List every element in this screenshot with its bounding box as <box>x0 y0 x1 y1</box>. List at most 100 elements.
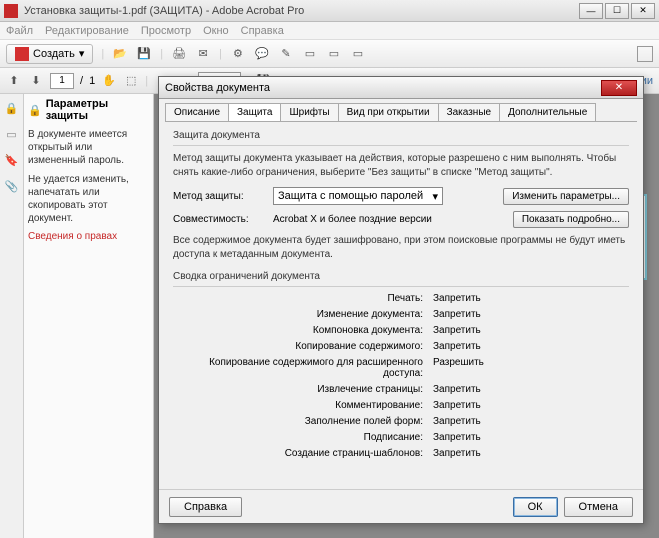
menu-help[interactable]: Справка <box>241 25 284 37</box>
close-button[interactable]: ✕ <box>631 3 655 19</box>
restriction-label: Копирование содержимого для расширенного… <box>173 357 433 379</box>
restriction-row: Печать:Запретить <box>173 293 629 304</box>
security-panel-text2: Не удается изменить, напечатать или скоп… <box>28 173 149 225</box>
ok-button[interactable]: ОК <box>513 497 558 517</box>
restriction-row: Создание страниц-шаблонов:Запретить <box>173 448 629 459</box>
tab-security[interactable]: Защита <box>228 103 281 121</box>
restriction-value: Запретить <box>433 309 481 320</box>
restriction-row: Компоновка документа:Запретить <box>173 325 629 336</box>
hand-icon[interactable]: ✋ <box>101 73 117 89</box>
section-security-label: Защита документа <box>173 130 629 141</box>
restriction-value: Запретить <box>433 341 481 352</box>
left-strip: 🔒 ▭ 🔖 📎 <box>0 94 24 538</box>
restriction-row: Извлечение страницы:Запретить <box>173 384 629 395</box>
security-panel: 🔒 Параметры защиты В документе имеется о… <box>24 94 154 538</box>
restriction-value: Запретить <box>433 448 481 459</box>
lock-strip-icon[interactable]: 🔒 <box>4 100 20 116</box>
encryption-note: Все содержимое документа будет зашифрова… <box>173 234 629 261</box>
menubar: Файл Редактирование Просмотр Окно Справк… <box>0 22 659 40</box>
attach-strip-icon[interactable]: 📎 <box>4 178 20 194</box>
restriction-row: Комментирование:Запретить <box>173 400 629 411</box>
pages-strip-icon[interactable]: ▭ <box>4 126 20 142</box>
restriction-value: Запретить <box>433 384 481 395</box>
dialog-body: Защита документа Метод защиты документа … <box>165 121 637 489</box>
security-panel-heading: Параметры защиты <box>46 98 149 122</box>
dialog-footer: Справка ОК Отмена <box>159 489 643 523</box>
restriction-value: Запретить <box>433 400 481 411</box>
method-label: Метод защиты: <box>173 191 267 202</box>
security-description: Метод защиты документа указывает на дейс… <box>173 152 629 179</box>
mail-icon[interactable]: ✉ <box>195 46 211 62</box>
minimize-button[interactable]: — <box>579 3 603 19</box>
restriction-value: Запретить <box>433 432 481 443</box>
maximize-button[interactable]: ☐ <box>605 3 629 19</box>
window-titlebar: Установка защиты-1.pdf (ЗАЩИТА) - Adobe … <box>0 0 659 22</box>
tab-description[interactable]: Описание <box>165 103 229 121</box>
restriction-row: Копирование содержимого:Запретить <box>173 341 629 352</box>
bookmark-strip-icon[interactable]: 🔖 <box>4 152 20 168</box>
chevron-down-icon: ▾ <box>432 190 438 203</box>
page-input[interactable] <box>50 73 74 89</box>
compat-label: Совместимость: <box>173 214 267 225</box>
print-icon[interactable]: 🖨 <box>171 46 187 62</box>
open-icon[interactable]: 📂 <box>112 46 128 62</box>
save-icon[interactable]: 💾 <box>136 46 152 62</box>
page-down-icon[interactable]: ⬇ <box>28 73 44 89</box>
section-restrictions-label: Сводка ограничений документа <box>173 271 629 282</box>
tab-fonts[interactable]: Шрифты <box>280 103 338 121</box>
method-select[interactable]: Защита с помощью паролей▾ <box>273 187 443 205</box>
gear-icon[interactable]: ⚙ <box>230 46 246 62</box>
dialog-title: Свойства документа <box>165 82 601 94</box>
create-label: Создать <box>33 48 75 60</box>
expand-icon[interactable] <box>637 46 653 62</box>
lock-icon: 🔒 <box>28 104 42 117</box>
restriction-label: Комментирование: <box>173 400 433 411</box>
menu-file[interactable]: Файл <box>6 25 33 37</box>
edit-icon[interactable]: ✎ <box>278 46 294 62</box>
restriction-label: Заполнение полей форм: <box>173 416 433 427</box>
doc1-icon[interactable]: ▭ <box>302 46 318 62</box>
dialog-tabs: Описание Защита Шрифты Вид при открытии … <box>159 99 643 121</box>
tab-advanced[interactable]: Дополнительные <box>499 103 596 121</box>
restriction-label: Печать: <box>173 293 433 304</box>
restriction-value: Запретить <box>433 293 481 304</box>
properties-dialog: Свойства документа ✕ Описание Защита Шри… <box>158 76 644 524</box>
restriction-value: Запретить <box>433 416 481 427</box>
restriction-label: Подписание: <box>173 432 433 443</box>
app-icon <box>4 4 18 18</box>
restriction-label: Создание страниц-шаблонов: <box>173 448 433 459</box>
restriction-label: Изменение документа: <box>173 309 433 320</box>
restriction-label: Копирование содержимого: <box>173 341 433 352</box>
tab-custom[interactable]: Заказные <box>438 103 501 121</box>
select-icon[interactable]: ⬚ <box>123 73 139 89</box>
show-details-button[interactable]: Показать подробно... <box>513 211 629 228</box>
create-icon <box>15 47 29 61</box>
window-title: Установка защиты-1.pdf (ЗАЩИТА) - Adobe … <box>24 5 579 17</box>
doc3-icon[interactable]: ▭ <box>350 46 366 62</box>
page-up-icon[interactable]: ⬆ <box>6 73 22 89</box>
rights-link[interactable]: Сведения о правах <box>28 231 149 242</box>
dialog-titlebar: Свойства документа ✕ <box>159 77 643 99</box>
restriction-value: Запретить <box>433 325 481 336</box>
change-params-button[interactable]: Изменить параметры... <box>503 188 629 205</box>
chat-icon[interactable]: 💬 <box>254 46 270 62</box>
restriction-row: Копирование содержимого для расширенного… <box>173 357 629 379</box>
cancel-button[interactable]: Отмена <box>564 497 633 517</box>
doc2-icon[interactable]: ▭ <box>326 46 342 62</box>
restriction-row: Изменение документа:Запретить <box>173 309 629 320</box>
toolbar-main: Создать ▾ | 📂 💾 | 🖨 ✉ | ⚙ 💬 ✎ ▭ ▭ ▭ <box>0 40 659 68</box>
restriction-label: Компоновка документа: <box>173 325 433 336</box>
restriction-label: Извлечение страницы: <box>173 384 433 395</box>
menu-window[interactable]: Окно <box>203 25 229 37</box>
dialog-close-button[interactable]: ✕ <box>601 80 637 96</box>
page-total: 1 <box>89 75 95 87</box>
help-button[interactable]: Справка <box>169 497 242 517</box>
menu-edit[interactable]: Редактирование <box>45 25 129 37</box>
menu-view[interactable]: Просмотр <box>141 25 191 37</box>
tab-initialview[interactable]: Вид при открытии <box>338 103 439 121</box>
restriction-row: Заполнение полей форм:Запретить <box>173 416 629 427</box>
compat-value: Acrobat X и более поздние версии <box>273 214 432 225</box>
page-sep: / <box>80 75 83 87</box>
restriction-value: Разрешить <box>433 357 484 379</box>
create-button[interactable]: Создать ▾ <box>6 44 93 64</box>
